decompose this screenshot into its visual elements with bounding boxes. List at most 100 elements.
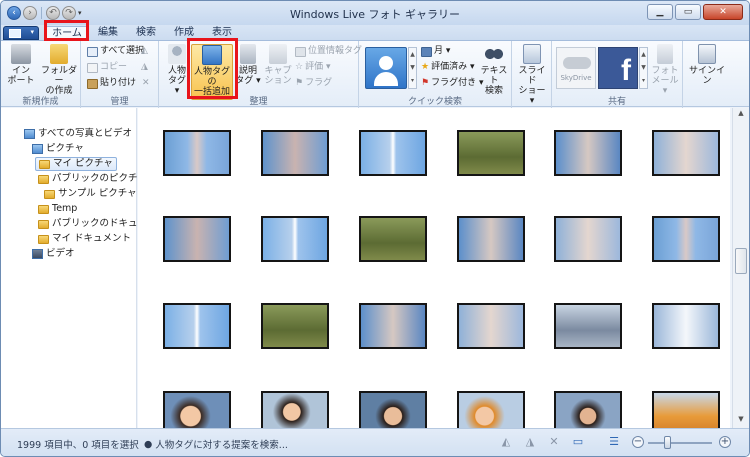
thumbnail-grid (138, 108, 730, 428)
info-icon: ● (144, 438, 153, 450)
group-slideshow: スライド ショー ▾ (512, 41, 552, 108)
group-signin: サインイン (683, 41, 749, 108)
nav-item-label: マイ ピクチャ (53, 158, 113, 169)
window-controls: ▁ ▭ ✕ (647, 4, 743, 20)
zoom-out-button[interactable]: − (632, 436, 644, 448)
copy-button[interactable]: コピー (87, 61, 127, 74)
nav-item-label: ピクチャ (46, 143, 84, 154)
select-all-icon (87, 46, 98, 57)
rotate-left-icon[interactable]: ◭ (141, 45, 148, 58)
flag-button[interactable]: ⚑ フラグ (295, 77, 332, 90)
photo-thumbnail[interactable] (359, 216, 427, 262)
person-silhouette-icon (379, 56, 393, 70)
nav-item[interactable]: ビデオ (29, 247, 78, 261)
paste-button[interactable]: 貼り付け (87, 77, 136, 90)
photo-thumbnail[interactable] (554, 391, 622, 428)
month-filter-button[interactable]: 月 ▾ (421, 45, 450, 58)
zoom-slider-track[interactable] (648, 442, 712, 444)
photo-thumbnail[interactable] (163, 303, 231, 349)
import-label: イン ポート (7, 66, 35, 86)
photo-thumbnail[interactable] (554, 216, 622, 262)
signin-button[interactable]: サインイン (687, 44, 727, 86)
slideshow-label: スライド ショー ▾ (518, 66, 546, 106)
rated-filter-label: 評価済み ▾ (431, 62, 475, 72)
flagged-filter-button[interactable]: ⚑ フラグ付き ▾ (421, 77, 483, 90)
photo-thumbnail[interactable] (652, 303, 720, 349)
photo-thumbnail[interactable] (359, 130, 427, 176)
photo-thumbnail[interactable] (457, 391, 525, 428)
photo-thumbnail[interactable] (261, 303, 329, 349)
photo-thumbnail[interactable] (554, 303, 622, 349)
rotate-right-icon[interactable]: ◮ (141, 61, 148, 74)
slideshow-button[interactable]: スライド ショー ▾ (515, 44, 549, 106)
nav-item[interactable]: マイ ドキュメント (35, 232, 134, 246)
nav-item[interactable]: サンプル ピクチャ (41, 187, 140, 201)
new-folder-button[interactable]: フォルダー の作成 (39, 44, 79, 96)
import-button[interactable]: イン ポート (5, 44, 37, 86)
app-menu-icon (9, 29, 21, 38)
photo-thumbnail[interactable] (359, 391, 427, 428)
rating-button[interactable]: ☆ 評価 ▾ (295, 61, 330, 74)
share-gallery-scroll[interactable]: ▲ ▼ ▾ (639, 47, 648, 89)
photo-thumbnail[interactable] (457, 130, 525, 176)
photo-thumbnail[interactable] (457, 303, 525, 349)
gallery-scroll-button[interactable]: ▲ ▼ ▾ (408, 47, 417, 89)
people-filter-gallery[interactable] (365, 47, 407, 89)
close-button[interactable]: ✕ (703, 4, 743, 20)
photo-thumbnail[interactable] (163, 391, 231, 428)
scroll-down-icon[interactable]: ▼ (735, 415, 747, 427)
signin-label: サインイン (688, 66, 725, 86)
photo-thumbnail[interactable] (261, 130, 329, 176)
photo-thumbnail[interactable] (261, 216, 329, 262)
maximize-button[interactable]: ▭ (675, 4, 701, 20)
nav-item[interactable]: Temp (35, 202, 80, 216)
photo-thumbnail[interactable] (554, 130, 622, 176)
scroll-up-icon[interactable]: ▲ (735, 109, 747, 121)
app-menu-arrow-icon: ▾ (30, 28, 34, 36)
status-delete-icon[interactable]: ✕ (546, 435, 562, 449)
zoom-slider-knob[interactable] (664, 436, 671, 449)
folder-icon (44, 189, 55, 199)
slideshow-icon (523, 44, 541, 64)
text-search-button[interactable]: テキスト 検索 (477, 44, 511, 96)
descriptive-tag-button[interactable]: 説明 タグ ▾ (235, 44, 261, 86)
delete-icon[interactable]: ✕ (142, 77, 150, 90)
minimize-button[interactable]: ▁ (647, 4, 673, 20)
photo-thumbnail[interactable] (457, 216, 525, 262)
zoom-in-button[interactable]: + (719, 436, 731, 448)
details-view-icon[interactable]: ☰ (606, 435, 622, 449)
copy-icon (87, 62, 98, 73)
nav-item[interactable]: マイ ピクチャ (35, 157, 117, 171)
geotag-button[interactable]: 位置情報タグ (295, 45, 362, 58)
people-tag-button[interactable]: 人物 タグ ▾ (165, 44, 189, 96)
photo-thumbnail[interactable] (652, 216, 720, 262)
nav-item[interactable]: すべての写真とビデオ (21, 127, 135, 141)
photo-mail-button[interactable]: フォト メール ▾ (649, 44, 681, 96)
status-slideshow-icon[interactable]: ▭ (570, 435, 586, 449)
photo-thumbnail[interactable] (261, 391, 329, 428)
tab-search[interactable]: 検索 (133, 26, 159, 40)
nav-item[interactable]: パブリックのドキュメ (35, 217, 150, 231)
vertical-scrollbar[interactable]: ▲ ▼ (732, 108, 749, 428)
photo-thumbnail[interactable] (163, 216, 231, 262)
app-menu-button[interactable]: ▾ (3, 26, 39, 40)
tab-edit[interactable]: 編集 (95, 26, 121, 40)
scroll-thumb[interactable] (735, 248, 747, 274)
facebook-icon[interactable]: f (598, 47, 638, 89)
nav-item[interactable]: ピクチャ (29, 142, 87, 156)
photo-thumbnail[interactable] (359, 303, 427, 349)
group-quick-search: ▲ ▼ ▾ 月 ▾ ★ 評価済み ▾ ⚑ フラグ付き ▾ テキスト 検索 クイック検索 (359, 41, 512, 108)
caption-button[interactable]: キャプ ション (263, 44, 293, 86)
status-rotate-left-icon[interactable]: ◭ (498, 435, 514, 449)
photo-thumbnail[interactable] (652, 391, 720, 428)
group-quick-search-label: クイック検索 (407, 97, 462, 107)
person-icon (168, 44, 186, 64)
photo-thumbnail[interactable] (652, 130, 720, 176)
nav-item[interactable]: パブリックのピクチャ (35, 172, 150, 186)
rated-filter-button[interactable]: ★ 評価済み ▾ (421, 61, 474, 74)
skydrive-tile[interactable]: SkyDrive (556, 47, 596, 89)
photo-thumbnail[interactable] (163, 130, 231, 176)
status-rotate-right-icon[interactable]: ◮ (522, 435, 538, 449)
paste-icon (87, 78, 98, 89)
select-all-button[interactable]: すべて選択 (87, 45, 144, 58)
